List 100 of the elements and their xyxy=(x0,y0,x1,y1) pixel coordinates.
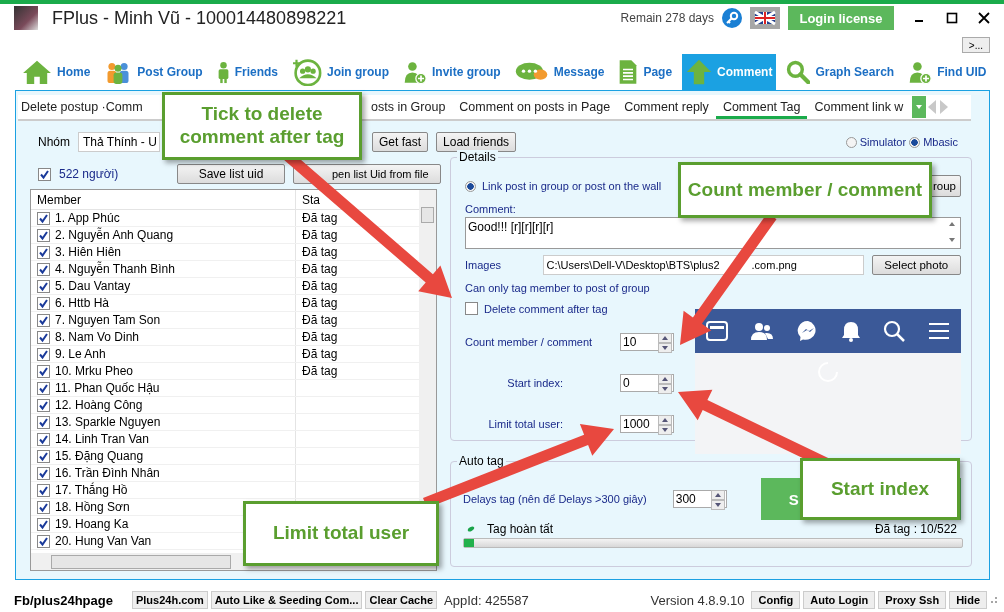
person-icon xyxy=(216,59,230,85)
search-icon[interactable] xyxy=(883,320,906,342)
checkbox[interactable] xyxy=(465,302,478,315)
spin-arrows-icon[interactable] xyxy=(658,415,672,435)
load-friends-button[interactable]: Load friends xyxy=(436,132,517,152)
member-name: 5. Dau Vantay xyxy=(55,279,131,293)
get-fast-button[interactable]: Get fast xyxy=(372,132,429,152)
member-name: 16. Trần Đình Nhân xyxy=(55,466,160,480)
member-name: 10. Mrku Pheo xyxy=(55,364,134,378)
number-field[interactable]: 10 xyxy=(620,333,674,351)
checkbox[interactable] xyxy=(37,483,50,497)
checkbox[interactable] xyxy=(37,296,50,310)
member-name: 8. Nam Vo Dinh xyxy=(55,330,140,344)
tab[interactable]: Comment reply xyxy=(617,95,716,119)
member-count: 522 người) xyxy=(59,167,120,181)
remaining-days: Remain 278 days xyxy=(620,11,714,25)
delete-comment-label: Delete comment after tag xyxy=(484,302,608,315)
maximize-icon[interactable] xyxy=(946,12,958,24)
note-text: Can only tag member to post of group xyxy=(465,282,651,294)
number-field[interactable]: 1000 xyxy=(620,415,674,433)
checkbox[interactable] xyxy=(37,364,50,378)
status-text: Đã tag xyxy=(302,228,338,242)
checkbox[interactable] xyxy=(38,167,51,181)
search-icon xyxy=(786,60,811,84)
checkbox[interactable] xyxy=(37,381,50,395)
tab[interactable]: Comment on posts in Page xyxy=(452,95,618,119)
toolbar-item[interactable]: Message xyxy=(510,54,609,90)
callout-text: Tick to delete comment after tag xyxy=(178,103,346,149)
number-field[interactable]: 0 xyxy=(620,374,674,392)
toolbar-item[interactable]: Friends xyxy=(212,54,283,90)
member-name: 6. Httb Hà xyxy=(55,296,110,310)
status-text: Đã tag xyxy=(302,330,338,344)
member-name: 12. Hoàng Công xyxy=(55,398,143,412)
friends-icon[interactable] xyxy=(750,321,775,341)
checkbox[interactable] xyxy=(37,262,50,276)
checkbox[interactable] xyxy=(37,245,50,259)
radio-button[interactable] xyxy=(845,136,857,148)
member-name: 20. Hung Van Van xyxy=(55,534,152,548)
footer-button[interactable]: Plus24h.com xyxy=(131,591,208,609)
toolbar-item[interactable]: Find UID xyxy=(904,54,991,90)
footer-button[interactable]: Proxy Ssh xyxy=(878,591,947,609)
footer-button[interactable]: Config xyxy=(751,591,801,609)
page-link[interactable]: Fb/plus24hpage xyxy=(14,592,113,608)
footer-button[interactable]: Auto Login xyxy=(803,591,876,609)
checkbox[interactable] xyxy=(37,534,50,548)
checkbox[interactable] xyxy=(37,415,50,429)
image-path-field[interactable]: C:\Users\Dell-V\Desktop\BTS\plus2 .com.png xyxy=(542,255,864,275)
column-header[interactable]: Sta xyxy=(302,192,320,207)
checkbox[interactable] xyxy=(37,466,50,480)
status-text: Đã tag xyxy=(302,347,338,361)
resize-grip-icon[interactable] xyxy=(990,596,998,604)
group-field[interactable]: Thả Thính - U xyxy=(78,132,160,152)
key-icon[interactable] xyxy=(722,8,742,28)
toolbar-item[interactable]: Join group xyxy=(288,54,394,90)
checkbox[interactable] xyxy=(37,517,50,531)
checkbox[interactable] xyxy=(37,279,50,293)
select-photo-button[interactable]: Select photo xyxy=(871,255,961,275)
app-id: AppId: 425587 xyxy=(444,592,529,608)
news-feed-icon[interactable] xyxy=(706,321,729,341)
uk-flag-icon[interactable] xyxy=(750,7,780,29)
save-list-button[interactable]: Save list uid xyxy=(177,164,285,184)
menu-icon[interactable] xyxy=(927,322,950,340)
radio-button[interactable] xyxy=(909,136,921,148)
member-name: 9. Le Anh xyxy=(55,347,106,361)
checkbox[interactable] xyxy=(37,313,50,327)
delay-label: Delays tag (nên để Delays >300 giây) xyxy=(463,493,647,505)
tab[interactable]: osts in Group xyxy=(364,95,453,119)
spin-arrows-icon[interactable] xyxy=(710,490,725,510)
footer-button[interactable]: Auto Like & Seeding Com... xyxy=(210,591,363,609)
checkbox[interactable] xyxy=(37,398,50,412)
add-person-icon xyxy=(403,59,428,85)
checkbox[interactable] xyxy=(37,228,50,242)
bell-icon[interactable] xyxy=(841,320,862,342)
checkbox[interactable] xyxy=(37,330,50,344)
checkbox[interactable] xyxy=(37,500,50,514)
comment-label: Comment: xyxy=(465,203,517,215)
tab[interactable]: Comment link w xyxy=(807,95,911,119)
more-button[interactable]: >... xyxy=(961,37,990,53)
comment-field[interactable]: Good!!! [r][r][r][r] xyxy=(465,217,961,249)
toolbar-item[interactable]: Invite group xyxy=(399,54,505,90)
toolbar-item[interactable]: Home xyxy=(18,54,95,90)
toolbar-item[interactable]: Graph Search xyxy=(782,54,899,90)
toolbar-item[interactable]: Post Group xyxy=(100,54,207,90)
column-header[interactable]: Member xyxy=(37,192,81,207)
spin-arrows-icon[interactable] xyxy=(658,333,672,353)
delay-field[interactable]: 300 xyxy=(672,490,727,508)
tab[interactable]: Comment Tag xyxy=(715,95,808,119)
status-text: Đã tag xyxy=(302,296,338,310)
footer-button[interactable]: Hide xyxy=(949,591,987,609)
tab[interactable]: Delete postup ·Comm xyxy=(18,95,162,119)
spin-arrows-icon[interactable] xyxy=(658,374,672,394)
footer-button[interactable]: Clear Cache xyxy=(365,591,438,609)
toolbar-item[interactable]: Page xyxy=(614,54,677,90)
checkbox[interactable] xyxy=(37,211,50,225)
checkbox[interactable] xyxy=(37,432,50,446)
checkbox[interactable] xyxy=(37,449,50,463)
checkbox[interactable] xyxy=(37,347,50,361)
close-icon[interactable] xyxy=(978,12,990,24)
radio-button[interactable] xyxy=(465,180,476,192)
messenger-icon[interactable] xyxy=(796,320,819,342)
